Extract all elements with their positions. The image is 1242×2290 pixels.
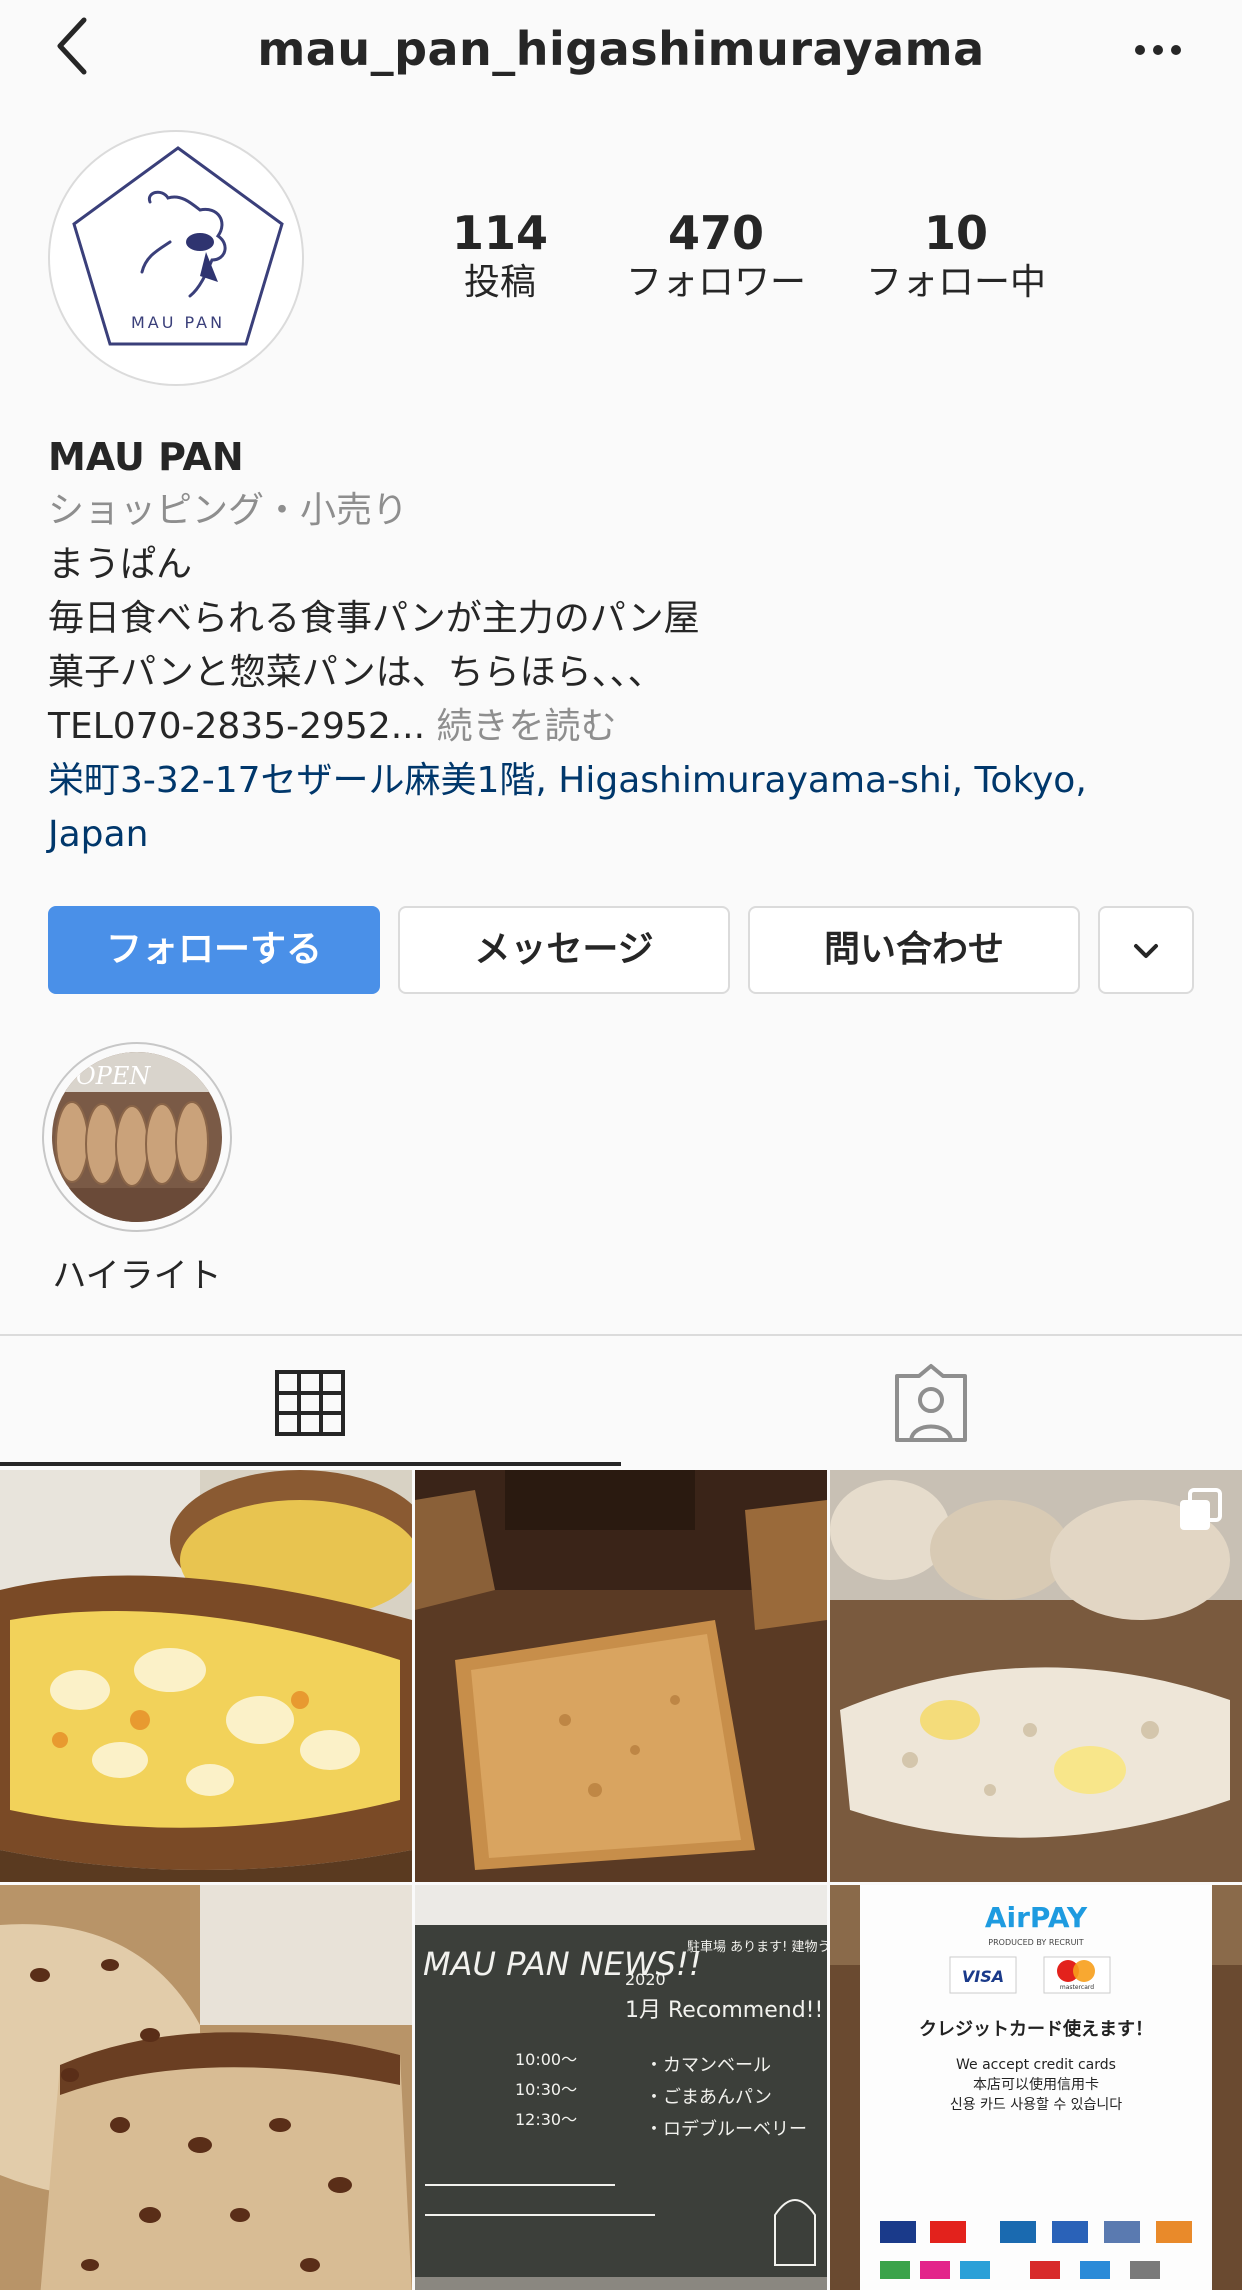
suggested-accounts-dropdown-button[interactable]	[1098, 906, 1194, 994]
profile-display-name: MAU PAN	[48, 435, 244, 479]
profile-username: mau_pan_higashimurayama	[257, 22, 985, 76]
bio-line: 毎日食べられる食事パンが主力のパン屋	[48, 598, 700, 639]
airpay-produced: PRODUCED BY RECRUIT	[988, 1938, 1083, 1947]
airpay-headline: クレジットカード使えます！	[919, 2019, 1153, 2040]
tagged-icon	[895, 1364, 967, 1442]
more-horizontal-icon	[1135, 45, 1181, 55]
tab-posts-grid[interactable]	[0, 1336, 621, 1466]
profile-avatar[interactable]: MAU PAN	[48, 130, 304, 386]
followers-count: 470	[667, 206, 765, 260]
carousel-icon	[1180, 1488, 1222, 1530]
address-line: Japan	[48, 814, 149, 855]
profile-category: ショッピング・小売り	[48, 490, 409, 531]
posts-count: 114	[451, 206, 549, 260]
bio-line-phone: TEL070-2835-2952... 続きを読む	[48, 700, 1198, 754]
chalk-item: ・ロデブルーベリー	[645, 2118, 807, 2140]
post-ciabatta[interactable]	[830, 1470, 1242, 1882]
logo-text: MAU PAN	[131, 313, 225, 332]
stat-following[interactable]: 10 フォロー中	[836, 205, 1076, 305]
bio-line: 菓子パンと惣菜パンは、ちらほら、、、	[48, 652, 664, 693]
highlight-label: ハイライト	[52, 1256, 222, 1296]
following-label: フォロー中	[865, 262, 1046, 303]
stat-followers[interactable]: 470 フォロワー	[596, 205, 836, 305]
chalk-item: ・カマンベール	[645, 2055, 771, 2076]
stat-posts[interactable]: 114 投稿	[380, 205, 620, 305]
profile-stats: 114 投稿 470 フォロワー 10 フォロー中	[380, 205, 1100, 315]
highlight-image-text: OPEN	[76, 1062, 151, 1090]
grid-icon	[275, 1370, 345, 1436]
post-egg-sandwich[interactable]	[0, 1470, 412, 1882]
posts-label: 投稿	[463, 262, 536, 303]
airpay-english: We accept credit cards	[956, 2057, 1116, 2073]
post-chalkboard[interactable]: MAU PAN NEWS!! 2020 1月 Recommend!! ・カマンベ…	[415, 1885, 827, 2290]
post-toast[interactable]	[415, 1470, 827, 1882]
chalk-time: 12:30〜	[515, 2110, 577, 2129]
visa-logo-text: VISA	[962, 1967, 1004, 1986]
more-options-button[interactable]	[1130, 28, 1190, 68]
message-button[interactable]: メッセージ	[398, 906, 730, 994]
tab-tagged-posts[interactable]	[621, 1336, 1242, 1466]
read-more-link[interactable]: 続きを読む	[425, 706, 617, 747]
address-line: 栄町3-32-17セザール麻美1階, Higashimurayama-shi, …	[48, 760, 1087, 801]
followers-label: フォロワー	[625, 262, 806, 303]
bio-line: まうぱん	[48, 544, 193, 585]
chalk-time: 10:00〜	[515, 2050, 577, 2069]
address-link[interactable]: 栄町3-32-17セザール麻美1階, Higashimurayama-shi, …	[48, 754, 1198, 862]
chalk-item: ・ごまあんパン	[645, 2087, 772, 2108]
chalk-year: 2020	[625, 1970, 666, 1989]
highlight-ring: OPEN	[42, 1042, 232, 1232]
airpay-chinese: 本店可以使用信用卡	[973, 2076, 1099, 2093]
bio-phone-text: TEL070-2835-2952...	[48, 706, 426, 747]
chalk-time: 10:30〜	[515, 2080, 577, 2099]
mau-pan-logo: MAU PAN	[72, 146, 284, 346]
story-highlight[interactable]: OPEN ハイライト	[42, 1042, 232, 1297]
chalk-recommend: 1月 Recommend!!	[625, 1998, 823, 2023]
post-raisin-bread[interactable]	[0, 1885, 412, 2290]
follow-button[interactable]: フォローする	[48, 906, 380, 994]
chalk-side-note: 駐車場 あります! 建物うら 2台有	[687, 1940, 827, 1955]
chevron-down-icon	[1134, 944, 1158, 958]
following-count: 10	[923, 206, 988, 260]
contact-button[interactable]: 問い合わせ	[748, 906, 1080, 994]
airpay-brand: AirPAY	[985, 1901, 1088, 1934]
posts-grid: MAU PAN NEWS!! 2020 1月 Recommend!! ・カマンベ…	[0, 1470, 1242, 2290]
top-navigation-bar: mau_pan_higashimurayama	[0, 0, 1242, 100]
mastercard-logo-text: mastercard	[1060, 1984, 1094, 1991]
profile-bio: MAU PAN ショッピング・小売り まうぱん 毎日食べられる食事パンが主力のパ…	[48, 430, 1198, 862]
highlight-cover-image: OPEN	[52, 1052, 222, 1222]
active-tab-indicator	[0, 1462, 621, 1466]
airpay-korean: 신용 카드 사용할 수 있습니다	[950, 2097, 1122, 2113]
post-airpay[interactable]: AirPAY PRODUCED BY RECRUIT VISA masterca…	[830, 1885, 1242, 2290]
